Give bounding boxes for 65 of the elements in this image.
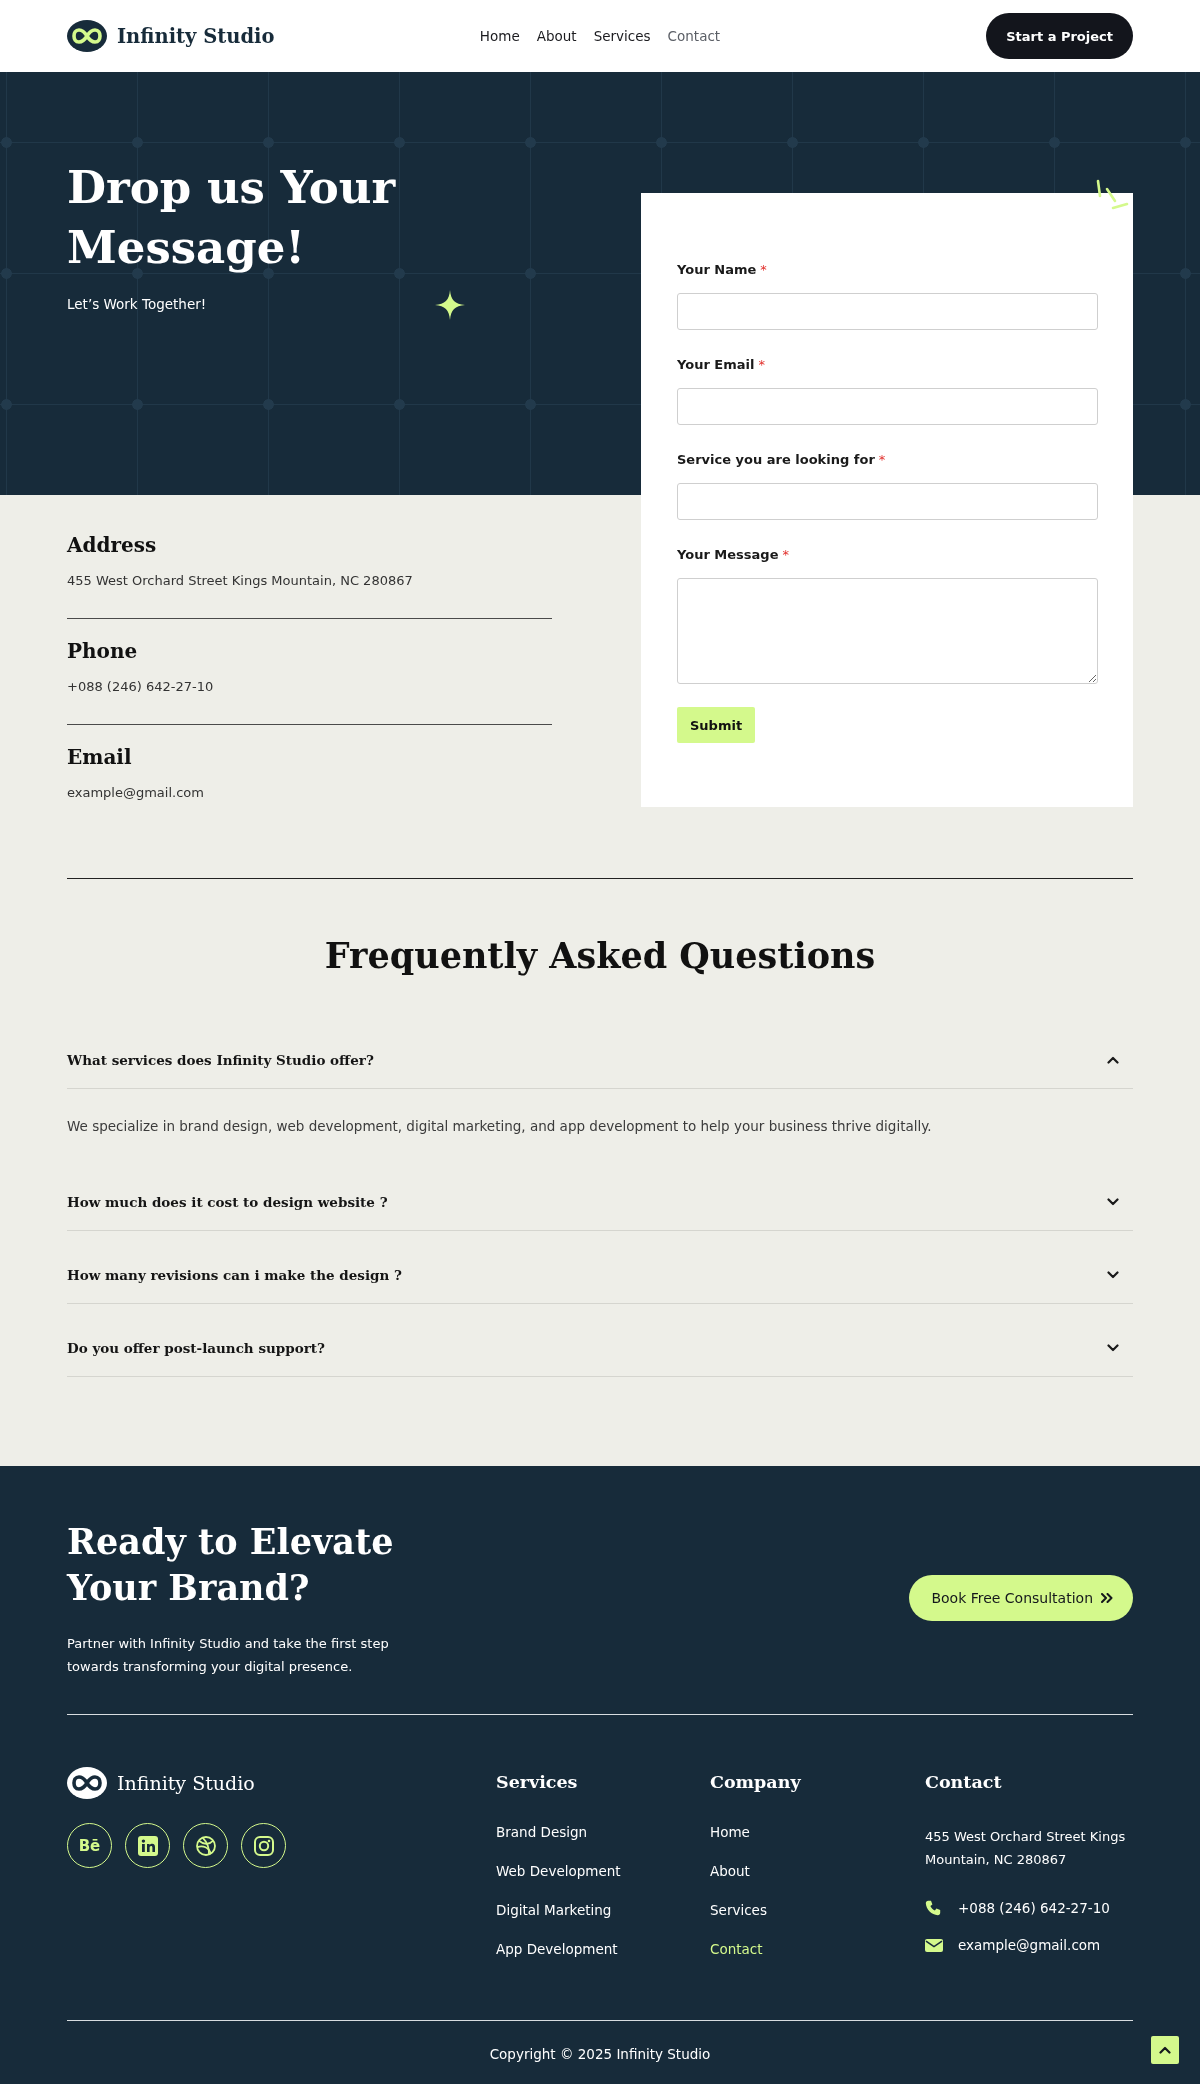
footer-link[interactable]: Digital Marketing	[496, 1900, 612, 1920]
info-heading: Email	[67, 744, 132, 771]
nav-link[interactable]: About	[536, 28, 577, 44]
logo-text: Infinity Studio	[117, 1772, 255, 1794]
required-mark: *	[878, 451, 886, 469]
column-heading: Company	[710, 1771, 801, 1794]
footer-link[interactable]: Contact	[710, 1939, 763, 1959]
field-label: Your Name	[677, 261, 757, 279]
faq-question[interactable]: Do you offer post-launch support?	[67, 1304, 1133, 1377]
infinity-logo-icon	[67, 20, 107, 52]
email-address: example@gmail.com	[958, 1936, 1101, 1955]
info-text: 455 West Orchard Street Kings Mountain, NC 280867	[67, 572, 413, 590]
footer-link[interactable]: Services	[710, 1900, 767, 1920]
textarea-field[interactable]	[677, 578, 1098, 684]
nav-link[interactable]: Contact	[667, 28, 721, 44]
phone-icon	[925, 1900, 941, 1916]
footer-link[interactable]: Home	[710, 1822, 750, 1842]
start-project-button[interactable]: Start a Project	[986, 13, 1133, 59]
footer-link[interactable]: Web Development	[496, 1861, 621, 1881]
logo-text: Infinity Studio	[117, 24, 275, 48]
hero-title: Drop us Your Message!	[67, 160, 397, 276]
input-field[interactable]	[677, 483, 1098, 520]
contact-address: 455 West Orchard Street Kings Mountain, NC 280867	[925, 1828, 1127, 1869]
faq-answer: We specialize in brand design, web development, digital marketing, and app development to help your business thrive digitally.	[67, 1117, 932, 1136]
ball-icon	[195, 1835, 216, 1856]
column-heading: Services	[496, 1771, 578, 1794]
submit-button[interactable]: Submit	[677, 707, 756, 743]
camera-icon	[253, 1835, 274, 1856]
faq-question[interactable]: What services does Infinity Studio offer?	[67, 1016, 1133, 1089]
faq-question[interactable]: How much does it cost to design website ?	[67, 1158, 1133, 1231]
phone-number: +088 (246) 642-27-10	[958, 1899, 1110, 1918]
footer-link[interactable]: App Development	[496, 1939, 618, 1959]
faq-question[interactable]: How many revisions can i make the design ?	[67, 1231, 1133, 1304]
mail-icon	[925, 1938, 943, 1952]
cta-title: Ready to Elevate Your Brand?	[67, 1520, 395, 1610]
square-logo-icon	[137, 1835, 158, 1856]
infinity-logo-icon	[67, 1767, 107, 1799]
nav-link[interactable]: Home	[479, 28, 520, 44]
info-text: example@gmail.com	[67, 784, 204, 802]
required-mark: *	[760, 261, 767, 279]
spark-lines-icon	[1095, 179, 1129, 211]
info-heading: Phone	[67, 638, 138, 665]
faq-title: Frequently Asked Questions	[324, 934, 876, 978]
field-label: Service you are looking for	[677, 451, 875, 469]
footer-link[interactable]: About	[710, 1861, 750, 1881]
field-label: Your Message	[677, 546, 779, 564]
social-link[interactable]: Bē	[67, 1823, 112, 1868]
scroll-top-button[interactable]	[1151, 2036, 1179, 2064]
copyright-text: Copyright © 2025 Infinity Studio	[489, 2045, 711, 2064]
required-mark: *	[758, 356, 765, 374]
hero-subtitle: Let’s Work Together!	[67, 295, 207, 314]
chevron-up-icon	[1159, 2046, 1171, 2054]
column-heading: Contact	[925, 1771, 1002, 1794]
cta-text: Partner with Infinity Studio and take the first step towards transforming your digital presence.	[67, 1635, 390, 1676]
nav-link[interactable]: Services	[593, 28, 651, 44]
sparkle-icon	[435, 290, 465, 320]
field-label: Your Email	[677, 356, 755, 374]
info-text: +088 (246) 642-27-10	[67, 678, 214, 696]
info-heading: Address	[67, 532, 157, 559]
required-mark: *	[782, 546, 789, 564]
input-field[interactable]	[677, 293, 1098, 330]
double-chevron-icon	[1101, 1592, 1113, 1603]
book-consultation-button[interactable]: Book Free Consultation	[909, 1574, 1133, 1621]
input-field[interactable]	[677, 388, 1098, 425]
footer-link[interactable]: Brand Design	[496, 1822, 588, 1842]
